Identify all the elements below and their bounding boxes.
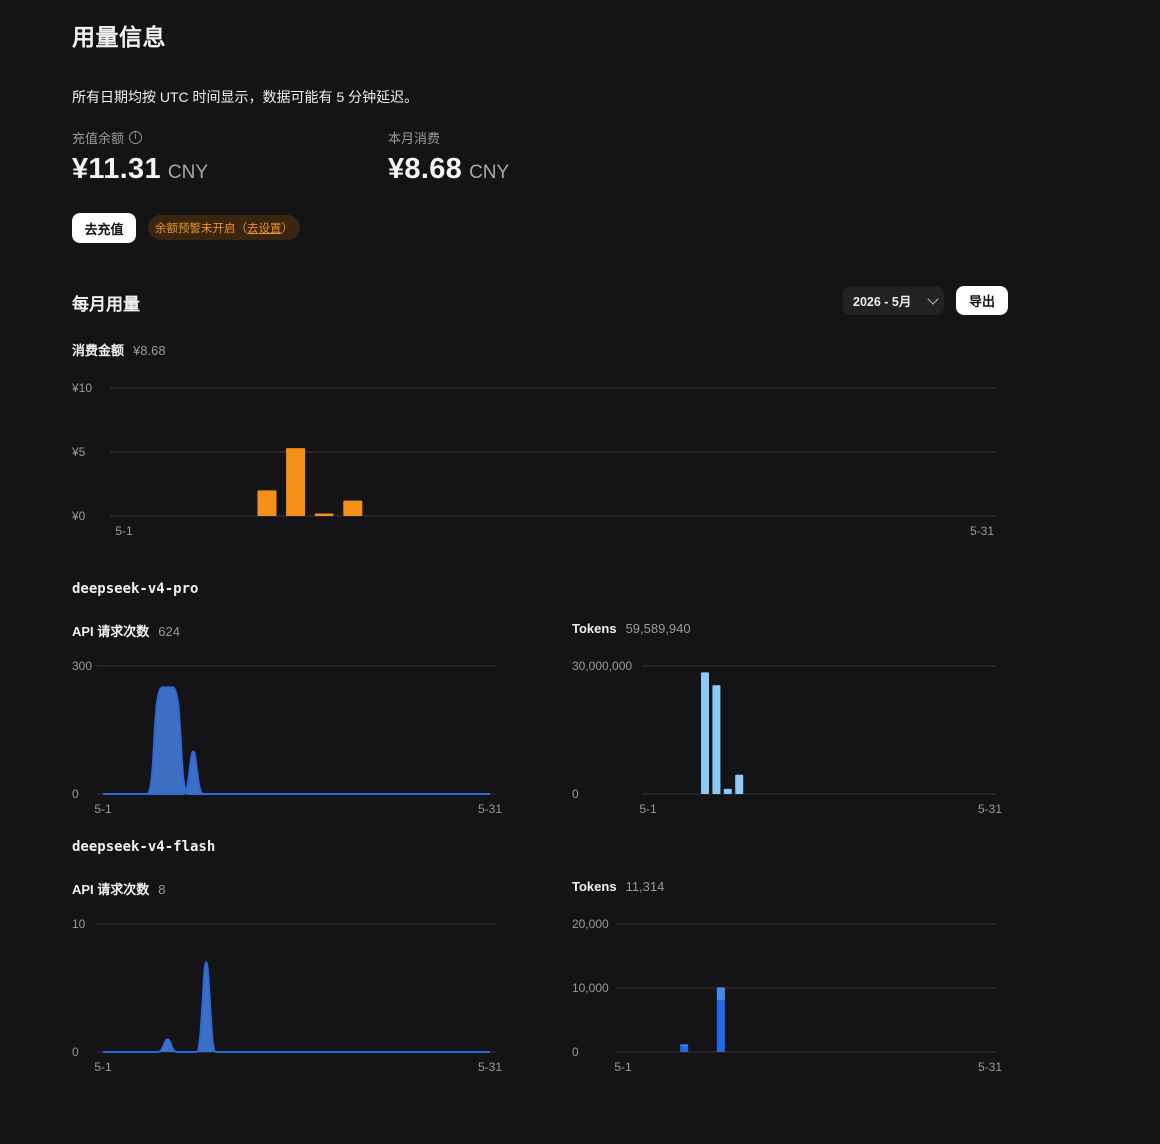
cost-bar [257, 490, 277, 516]
flash-tokens-bar-cap [680, 1044, 689, 1047]
pro-tokens-ytick-label: 30,000,000 [572, 659, 632, 673]
pro-requests-xtick-start: 5-1 [94, 802, 112, 816]
pro-tokens-xtick-start: 5-1 [639, 802, 657, 816]
cost-xtick-start: 5-1 [115, 524, 133, 538]
cost-xtick-end: 5-31 [970, 524, 994, 538]
pro-requests-xtick-end: 5-31 [478, 802, 502, 816]
cost-ytick-label: ¥5 [71, 445, 86, 459]
flash-requests-xtick-end: 5-31 [478, 1060, 502, 1074]
pro-tokens-bar [712, 685, 721, 794]
flash-tokens-bar-cap [716, 987, 725, 1001]
pro-tokens-xtick-end: 5-31 [978, 802, 1002, 816]
flash-requests-xtick-start: 5-1 [94, 1060, 112, 1074]
cost-bar [314, 513, 334, 516]
flash-requests-ytick-label: 10 [72, 917, 86, 931]
cost-bar [343, 500, 363, 516]
cost-bar [286, 448, 306, 516]
cost-ytick-label: ¥10 [71, 381, 92, 395]
flash-requests-area [103, 962, 490, 1052]
pro-tokens-ytick-label: 0 [572, 787, 579, 801]
flash-requests-ytick-label: 0 [72, 1045, 79, 1059]
usage-charts: ¥0 ¥5 ¥10 5-1 5-31 0 300 5-1 5-31 0 30,000,000 5-1 5… [71, 381, 1002, 1074]
pro-requests-ytick-label: 300 [72, 659, 92, 673]
flash-tokens-xtick-start: 5-1 [614, 1060, 632, 1074]
flash-requests-line [103, 961, 490, 1053]
flash-tokens-ytick-label: 10,000 [572, 981, 609, 995]
cost-ytick-label: ¥0 [71, 509, 86, 523]
pro-requests-area [103, 687, 490, 794]
pro-tokens-bar [701, 672, 709, 794]
pro-tokens-bar [723, 788, 732, 794]
flash-tokens-ytick-label: 0 [572, 1045, 579, 1059]
pro-requests-ytick-label: 0 [72, 787, 79, 801]
flash-tokens-xtick-end: 5-31 [978, 1060, 1002, 1074]
flash-tokens-ytick-label: 20,000 [572, 917, 609, 931]
pro-tokens-bar [735, 774, 744, 794]
